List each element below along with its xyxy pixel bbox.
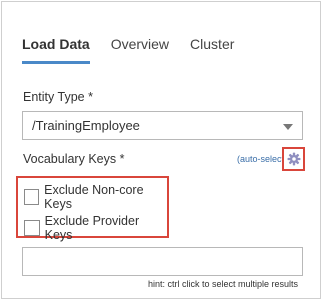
multi-select-hint: hint: ctrl click to select multiple resu…	[147, 279, 298, 289]
exclude-provider-keys-option[interactable]: Exclude Provider Keys	[24, 214, 167, 242]
entity-type-select[interactable]: /TrainingEmployee	[22, 111, 303, 140]
entity-type-label-text: Entity Type	[23, 90, 85, 104]
tab-cluster[interactable]: Cluster	[190, 36, 234, 64]
auto-select-link[interactable]: (auto-select)	[237, 154, 282, 164]
exclude-non-core-keys-checkbox[interactable]	[24, 189, 40, 205]
exclude-provider-keys-label: Exclude Provider Keys	[44, 214, 140, 242]
exclude-provider-keys-checkbox[interactable]	[24, 220, 40, 236]
tab-bar: Load Data Overview Cluster	[22, 36, 255, 64]
tab-overview[interactable]: Overview	[111, 36, 169, 64]
exclude-non-core-keys-label: Exclude Non-core Keys	[44, 183, 144, 211]
entity-type-label: Entity Type *	[23, 90, 93, 104]
chevron-down-icon[interactable]	[283, 124, 293, 130]
settings-highlight	[282, 147, 305, 171]
entity-type-required-mark: *	[88, 90, 93, 104]
vocabulary-keys-required-mark: *	[119, 152, 125, 166]
gear-icon[interactable]	[287, 152, 301, 166]
load-data-panel: Load Data Overview Cluster Entity Type *…	[1, 1, 321, 299]
key-options-highlight: Exclude Non-core Keys Exclude Provider K…	[16, 176, 169, 242]
exclude-non-core-keys-option[interactable]: Exclude Non-core Keys	[24, 183, 167, 211]
vocabulary-keys-list[interactable]	[22, 247, 303, 276]
entity-type-value: /TrainingEmployee	[32, 118, 140, 133]
vocabulary-keys-label: Vocabulary Keys *	[23, 152, 124, 166]
tab-load-data[interactable]: Load Data	[22, 36, 90, 64]
vocabulary-keys-label-text: Vocabulary Keys	[23, 152, 117, 166]
